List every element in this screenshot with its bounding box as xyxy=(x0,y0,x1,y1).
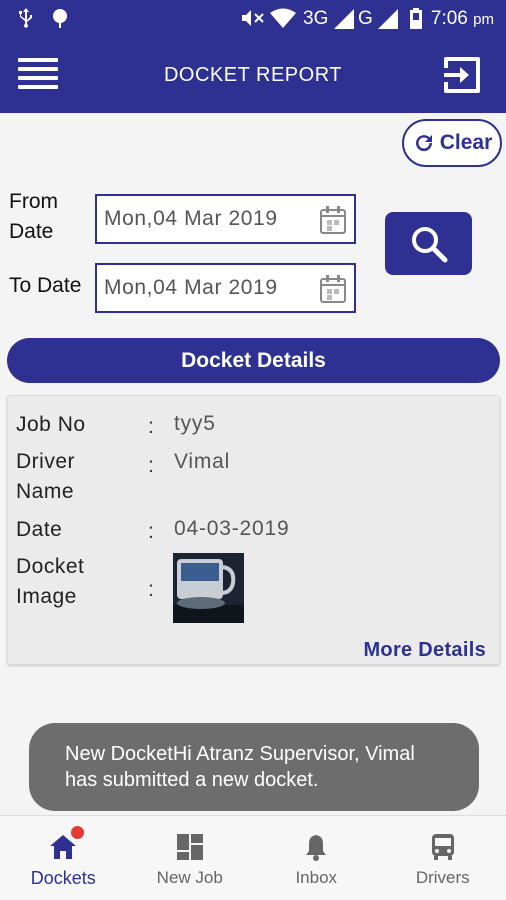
docket-card[interactable]: Job No : tyy5 Driver Name : Vimal Date :… xyxy=(7,395,500,665)
docket-details-header: Docket Details xyxy=(7,338,500,383)
dashboard-icon xyxy=(175,832,205,862)
nav-label: Drivers xyxy=(415,868,470,887)
android-debug-icon xyxy=(53,9,67,28)
page-title: DOCKET REPORT xyxy=(163,64,342,86)
notification-toast: New DocketHi Atranz Supervisor, Vimal ha… xyxy=(29,723,479,811)
logout-icon[interactable] xyxy=(442,55,482,95)
refresh-icon xyxy=(415,135,432,152)
clear-button[interactable]: Clear xyxy=(402,119,502,167)
job-no-value: tyy5 xyxy=(174,412,216,435)
nav-label: Dockets xyxy=(30,868,96,888)
nav-drivers[interactable]: Drivers xyxy=(380,816,506,900)
bottom-nav: Dockets New Job Inbox Drivers xyxy=(0,815,506,900)
home-icon xyxy=(48,826,85,862)
search-icon xyxy=(411,226,447,262)
wifi-icon xyxy=(270,8,296,28)
nav-new-job[interactable]: New Job xyxy=(127,816,254,900)
calendar-icon[interactable] xyxy=(318,274,348,304)
signal-icon xyxy=(334,9,354,29)
clear-label: Clear xyxy=(439,131,493,154)
toast-line-2: has submitted a new docket. xyxy=(65,769,319,791)
battery-icon xyxy=(410,8,422,29)
to-date-value: Mon,04 Mar 2019 xyxy=(104,276,278,299)
bell-icon xyxy=(301,832,331,862)
app-bar: DOCKET REPORT xyxy=(0,37,506,113)
from-date-value: Mon,04 Mar 2019 xyxy=(104,207,278,230)
nav-label: Inbox xyxy=(295,868,338,887)
status-bar: 3G G 7:06 pm xyxy=(0,0,506,37)
calendar-icon[interactable] xyxy=(318,205,348,235)
to-date-label: To Date xyxy=(9,274,82,297)
separator: : xyxy=(148,415,154,438)
nav-label: New Job xyxy=(156,868,223,887)
driver-name-value: Vimal xyxy=(174,450,231,473)
usb-icon xyxy=(19,8,32,28)
from-date-field[interactable]: Mon,04 Mar 2019 xyxy=(95,194,356,244)
to-date-field[interactable]: Mon,04 Mar 2019 xyxy=(95,263,356,313)
network-type-1: 3G xyxy=(303,8,329,29)
separator: : xyxy=(148,520,154,543)
signal-icon xyxy=(378,9,398,29)
nav-inbox[interactable]: Inbox xyxy=(253,816,380,900)
notification-badge xyxy=(71,826,85,839)
more-details-link[interactable]: More Details xyxy=(363,639,486,662)
separator: : xyxy=(148,454,154,477)
separator: : xyxy=(148,578,154,601)
search-button[interactable] xyxy=(385,212,472,275)
docket-image-label: Docket Image xyxy=(16,555,85,608)
network-type-2: G xyxy=(358,8,373,29)
date-label: Date xyxy=(16,518,63,541)
nav-dockets[interactable]: Dockets xyxy=(0,816,127,900)
toast-line-1: New DocketHi Atranz Supervisor, Vimal xyxy=(65,743,415,765)
mute-icon xyxy=(242,10,264,26)
date-value: 04-03-2019 xyxy=(174,517,290,540)
bus-icon xyxy=(428,832,458,862)
job-no-label: Job No xyxy=(16,413,86,436)
status-time: 7:06 pm xyxy=(430,8,494,29)
from-date-label: From Date xyxy=(9,190,58,243)
driver-name-label: Driver Name xyxy=(16,450,75,503)
docket-image-thumbnail[interactable] xyxy=(173,553,244,623)
